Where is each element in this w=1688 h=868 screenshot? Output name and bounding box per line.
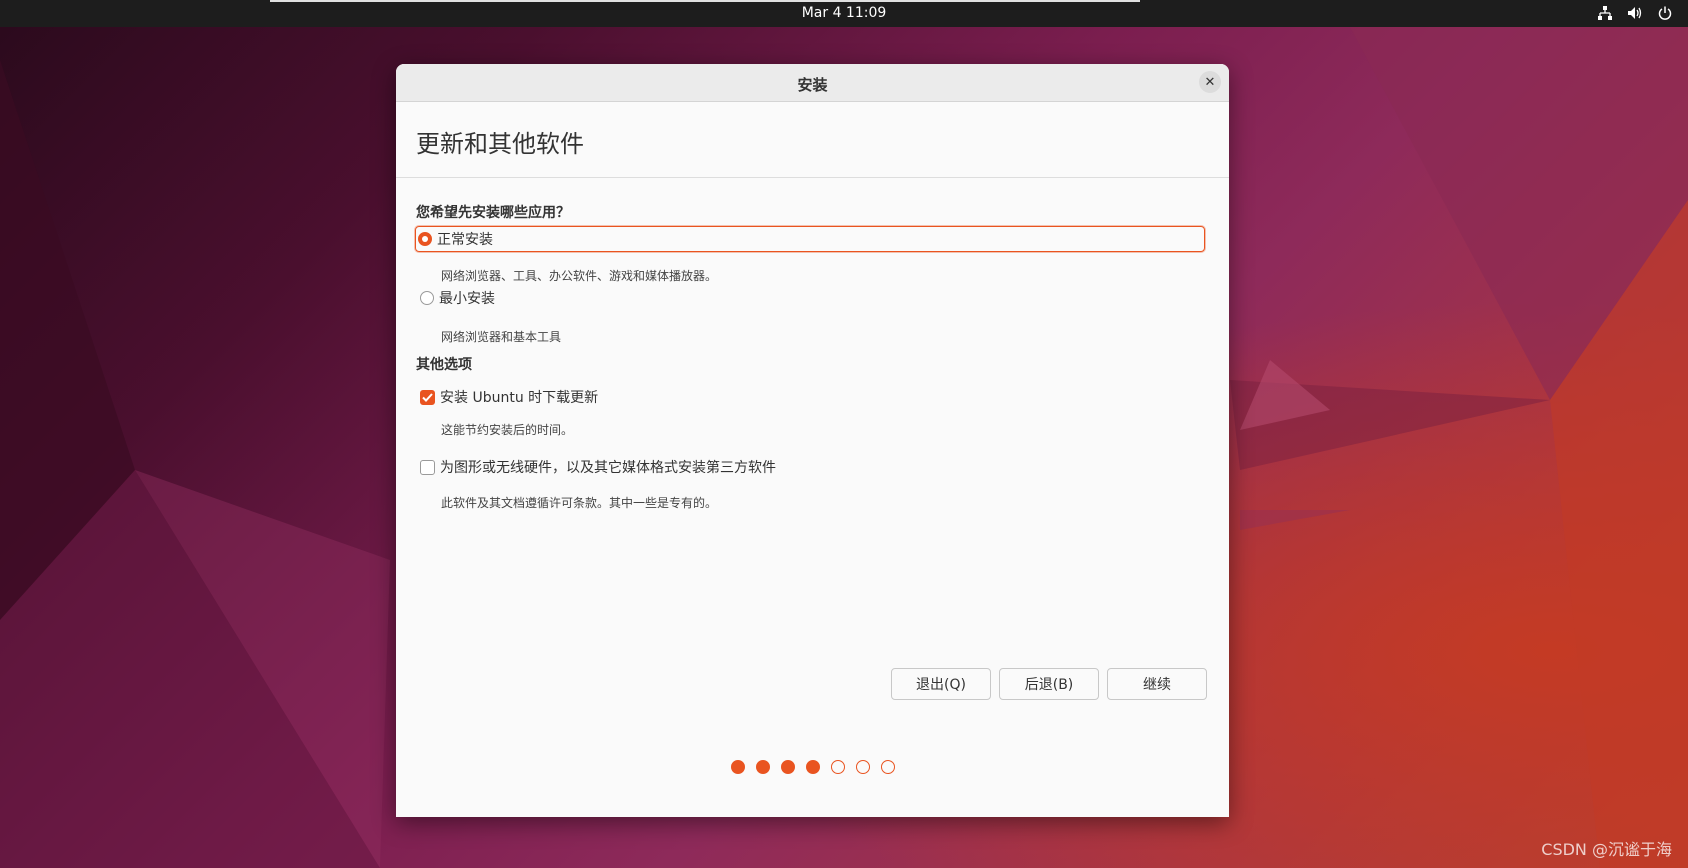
step-complete-dot [730,760,745,774]
system-tray[interactable] [1596,4,1674,22]
step-complete-dot [805,760,820,774]
power-icon[interactable] [1656,4,1674,22]
minimal-install-description: 网络浏览器和基本工具 [441,330,562,344]
step-pending-dot [830,760,845,774]
network-icon[interactable] [1596,4,1614,22]
minimal-install-label: 最小安装 [439,291,495,307]
divider [396,177,1229,178]
installer-window: 安装 ✕ 更新和其他软件 您希望先安装哪些应用？ 正常安装 网络浏览器、工具、办… [396,64,1229,817]
top-bar: Mar 4 11:09 [0,0,1688,27]
normal-install-radio[interactable]: 正常安装 [415,226,1205,252]
quit-button[interactable]: 退出(Q) [891,668,991,700]
other-options-label: 其他选项 [416,357,472,373]
close-button[interactable]: ✕ [1199,71,1221,93]
download-updates-checkbox[interactable]: 安装 Ubuntu 时下载更新 [420,387,598,407]
third-party-checkbox[interactable]: 为图形或无线硬件，以及其它媒体格式安装第三方软件 [420,457,776,477]
normal-install-label: 正常安装 [437,232,493,248]
step-pending-dot [880,760,895,774]
radio-checked-icon [418,232,432,246]
close-icon: ✕ [1204,74,1216,90]
page-title: 更新和其他软件 [416,130,584,158]
back-button[interactable]: 后退(B) [999,668,1099,700]
download-updates-label: 安装 Ubuntu 时下载更新 [440,390,599,406]
step-complete-dot [780,760,795,774]
window-titlebar[interactable]: 安装 ✕ [396,64,1229,102]
desktop: Mar 4 11:09 安装 ✕ 更新和其他软件 您希望先安装哪些应用？ 正常安… [0,0,1688,868]
activity-strip [270,0,1140,2]
minimal-install-radio[interactable]: 最小安装 [420,288,495,308]
checkbox-unchecked-icon [420,459,435,475]
install-type-label: 您希望先安装哪些应用？ [416,205,570,221]
volume-icon[interactable] [1626,4,1644,22]
normal-install-description: 网络浏览器、工具、办公软件、游戏和媒体播放器。 [441,269,718,283]
continue-button[interactable]: 继续 [1107,668,1207,700]
third-party-label: 为图形或无线硬件，以及其它媒体格式安装第三方软件 [440,460,776,476]
clock[interactable]: Mar 4 11:09 [0,5,1688,21]
download-updates-description: 这能节约安装后的时间。 [441,423,574,437]
radio-unchecked-icon [420,291,434,305]
step-progress [396,760,1229,774]
window-title: 安装 [797,76,828,94]
checkbox-checked-icon [420,389,435,405]
third-party-description: 此软件及其文档遵循许可条款。其中一些是专有的。 [441,496,718,510]
watermark: CSDN @沉谧于海 [1541,840,1672,859]
step-complete-dot [755,760,770,774]
step-pending-dot [855,760,870,774]
